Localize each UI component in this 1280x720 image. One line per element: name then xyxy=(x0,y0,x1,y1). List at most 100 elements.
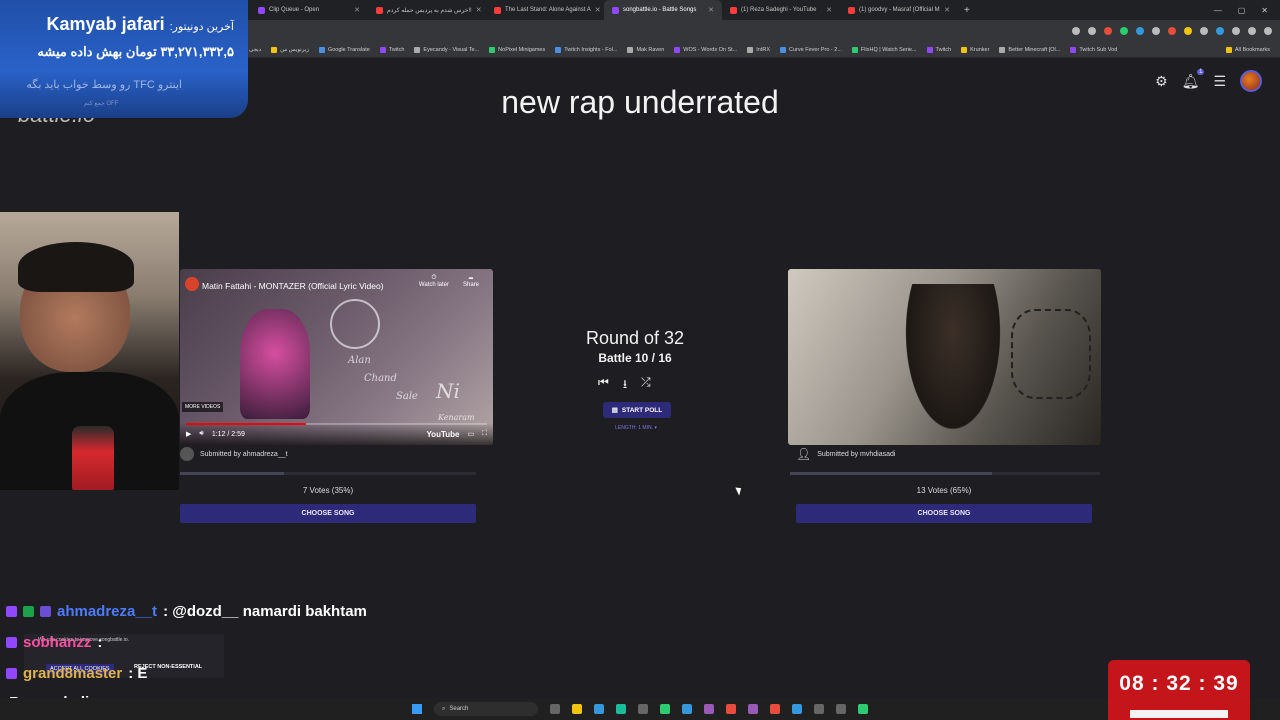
left-choose-song-button[interactable]: CHOOSE SONG xyxy=(180,504,476,523)
close-icon[interactable]: ✕ xyxy=(826,6,832,14)
star-icon[interactable] xyxy=(1088,27,1096,35)
youtube-icon xyxy=(730,6,737,14)
video-thumbnail-flower xyxy=(330,299,380,349)
close-window-icon[interactable]: ✕ xyxy=(1261,6,1268,15)
youtube-logo[interactable]: YouTube xyxy=(426,430,459,439)
bookmark[interactable]: NoPixel Minigames xyxy=(489,46,545,53)
play-icon[interactable]: ▶ xyxy=(186,430,191,438)
minimize-icon[interactable]: — xyxy=(1214,6,1222,15)
avatar[interactable] xyxy=(1240,70,1262,92)
profile-icon[interactable] xyxy=(1248,27,1256,35)
tab-songbattle[interactable]: songbattle.io - Battle Songs ✕ xyxy=(604,0,722,20)
share-button[interactable]: ➦ Share xyxy=(463,275,479,288)
app-icon[interactable] xyxy=(594,704,604,714)
vip-badge-icon xyxy=(40,606,51,617)
fullscreen-icon[interactable]: ⛶ xyxy=(482,430,487,438)
bookmark-icon xyxy=(489,46,496,53)
close-icon[interactable]: ✕ xyxy=(354,6,360,14)
right-song-video[interactable] xyxy=(788,269,1101,445)
previous-icon[interactable]: ⏮ xyxy=(598,375,609,396)
extension-icon[interactable] xyxy=(1152,27,1160,35)
app-icon[interactable] xyxy=(836,704,846,714)
tab-clip-queue[interactable]: Clip Queue - Open ✕ xyxy=(250,0,368,20)
user-icon: 👤︎ xyxy=(796,447,812,461)
sub-badge-icon xyxy=(6,668,17,679)
menu-icon[interactable]: ☰ xyxy=(1213,73,1226,90)
edge-icon[interactable] xyxy=(616,704,626,714)
app-icon[interactable] xyxy=(748,704,758,714)
video-title[interactable]: Matin Fattahi - MONTAZER (Official Lyric… xyxy=(202,281,384,291)
extension-icon[interactable] xyxy=(1104,27,1112,35)
extension-icon[interactable] xyxy=(1136,27,1144,35)
channel-avatar[interactable] xyxy=(185,277,199,291)
tab-goodvy[interactable]: (1) goodvy - Masraf (Official M ✕ xyxy=(840,0,958,20)
extension-icon[interactable] xyxy=(1168,27,1176,35)
close-icon[interactable]: ✕ xyxy=(476,6,482,14)
donation-message: اینترو TFC رو وسط خواب باید بگه xyxy=(26,79,182,91)
bookmark[interactable]: Twitch xyxy=(926,46,951,53)
tab-youtube-1[interactable]: خرس شدم به پردیس حمله کردم!! ✕ xyxy=(368,0,486,20)
app-icon[interactable] xyxy=(770,704,780,714)
bookmark-icon xyxy=(851,46,858,53)
chat-username: ahmadreza__t xyxy=(57,603,158,620)
screen-share-icon[interactable] xyxy=(1072,27,1080,35)
windows-start-icon[interactable] xyxy=(412,704,422,714)
tab-reza-sadeghi[interactable]: (1) Reza Sadeghi - YouTube ✕ xyxy=(722,0,840,20)
extension-icon[interactable] xyxy=(1200,27,1208,35)
close-icon[interactable]: ✕ xyxy=(595,6,601,14)
menu-dots-icon[interactable] xyxy=(1264,27,1272,35)
bell-icon[interactable]: 🔔︎ 1 xyxy=(1182,68,1205,90)
download-icon[interactable]: ⭳ xyxy=(623,375,627,396)
shuffle-icon[interactable]: ⤮ xyxy=(641,375,651,396)
bookmark[interactable]: Eyecandy - Visual Te... xyxy=(414,46,479,53)
app-icon[interactable] xyxy=(814,704,824,714)
gear-icon[interactable]: ⚙ xyxy=(1155,73,1168,90)
taskbar-search[interactable]: ⌕ Search xyxy=(434,702,538,716)
volume-icon[interactable]: 🔊︎ xyxy=(199,430,203,438)
left-song-video[interactable]: Alan Chand Sale Ni Kenaram Matin Fattahi… xyxy=(180,269,493,445)
bookmark[interactable]: WOS - Words On St... xyxy=(674,46,737,53)
app-icon[interactable] xyxy=(638,704,648,714)
bookmark[interactable]: Google Translate xyxy=(318,46,370,53)
maximize-icon[interactable]: ▢ xyxy=(1238,6,1246,15)
bookmark[interactable]: IntRX xyxy=(747,46,770,53)
all-bookmarks[interactable]: All Bookmarks xyxy=(1225,46,1280,53)
donation-alert: آخرین دونیتور: Kamyab jafari ۳۳,۲۷۱,۳۳۲,… xyxy=(0,0,248,118)
tab-youtube-2[interactable]: The Last Stand: Alone Against A ✕ xyxy=(486,0,604,20)
app-icon[interactable] xyxy=(858,704,868,714)
extension-icon[interactable] xyxy=(1120,27,1128,35)
left-submitted-by: Submitted by ahmadreza__t xyxy=(180,447,288,461)
app-icon[interactable] xyxy=(726,704,736,714)
bookmark[interactable]: FlixHQ | Watch Serie... xyxy=(851,46,917,53)
extension-icon[interactable] xyxy=(1184,27,1192,35)
app-icon[interactable] xyxy=(792,704,802,714)
start-poll-button[interactable]: ▤ START POLL xyxy=(603,402,671,418)
extension-icon[interactable] xyxy=(1216,27,1224,35)
bookmark[interactable]: Better Minecraft [Ol... xyxy=(999,46,1060,53)
bookmark-icon xyxy=(627,46,634,53)
donation-header: آخرین دونیتور: Kamyab jafari xyxy=(46,14,234,34)
close-icon[interactable]: ✕ xyxy=(708,6,714,14)
right-choose-song-button[interactable]: CHOOSE SONG xyxy=(796,504,1092,523)
chrome-icon[interactable] xyxy=(660,704,670,714)
bookmark[interactable]: Krunker xyxy=(961,46,989,53)
bookmark[interactable]: Curve Fever Pro - 2... xyxy=(780,46,842,53)
puzzle-icon[interactable] xyxy=(1232,27,1240,35)
bookmark[interactable]: Twitch Insights - Fol... xyxy=(555,46,617,53)
more-videos-button[interactable]: MORE VIDEOS xyxy=(182,402,224,412)
discord-icon[interactable] xyxy=(704,704,714,714)
bookmark[interactable]: Twitch xyxy=(379,46,404,53)
watch-later-button[interactable]: 🕒︎ Watch later xyxy=(419,275,449,288)
cast-icon[interactable]: ▭ xyxy=(467,430,474,438)
bookmark[interactable]: زیرنویس من xyxy=(271,46,309,53)
new-tab-button[interactable]: + xyxy=(958,5,976,16)
bookmark[interactable]: Mak Raven xyxy=(627,46,664,53)
task-view-icon[interactable] xyxy=(550,704,560,714)
close-icon[interactable]: ✕ xyxy=(944,6,950,14)
battle-label: Battle 10 / 16 xyxy=(598,351,672,365)
bookmark[interactable]: Twitch Sub Vod xyxy=(1070,46,1117,53)
poll-length-select[interactable]: LENGTH: 1 MIN. ▾ xyxy=(596,425,676,431)
steam-icon[interactable] xyxy=(682,704,692,714)
donation-amount: ۳۳,۲۷۱,۳۳۲,۵ تومان بهش داده میشه xyxy=(37,44,234,59)
file-explorer-icon[interactable] xyxy=(572,704,582,714)
